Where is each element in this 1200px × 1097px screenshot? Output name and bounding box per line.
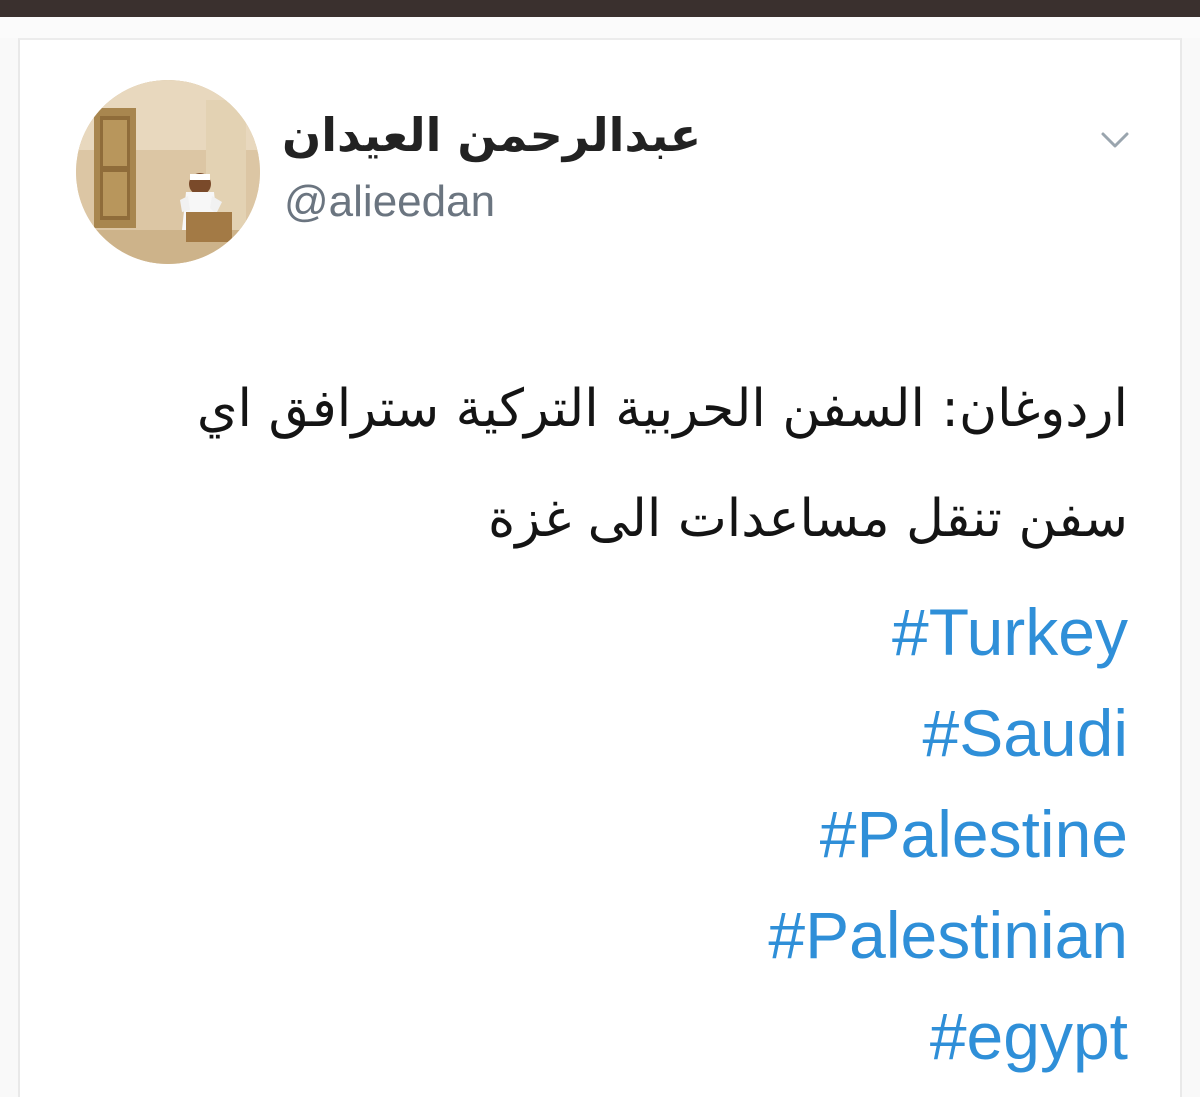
left-margin — [0, 38, 18, 1097]
author-name[interactable]: عبدالرحمن العيدان — [282, 108, 712, 163]
hashtag-link[interactable]: #Turkey — [428, 582, 1128, 683]
tweet-line: اردوغان: السفن الحربية التركية سترافق اي — [196, 379, 1128, 439]
tweet-line: سفن تنقل مساعدات الى غزة — [488, 489, 1128, 549]
right-margin — [1182, 38, 1200, 1097]
hashtag-link[interactable]: #egypt — [428, 986, 1128, 1087]
hashtag-list: #Turkey #Saudi #Palestine #Palestinian #… — [428, 582, 1128, 1087]
top-bar — [0, 0, 1200, 17]
tweet-text: اردوغان: السفن الحربية التركية سترافق اي… — [68, 354, 1128, 574]
hashtag-link[interactable]: #Palestine — [428, 784, 1128, 885]
author-handle[interactable]: @alieedan — [284, 177, 495, 226]
avatar-photo — [76, 80, 260, 264]
top-gap — [0, 17, 1200, 39]
hashtag-link[interactable]: #Saudi — [428, 683, 1128, 784]
hashtag-link[interactable]: #Palestinian — [428, 885, 1128, 986]
avatar[interactable] — [76, 80, 260, 264]
chevron-down-icon[interactable] — [1095, 120, 1135, 160]
